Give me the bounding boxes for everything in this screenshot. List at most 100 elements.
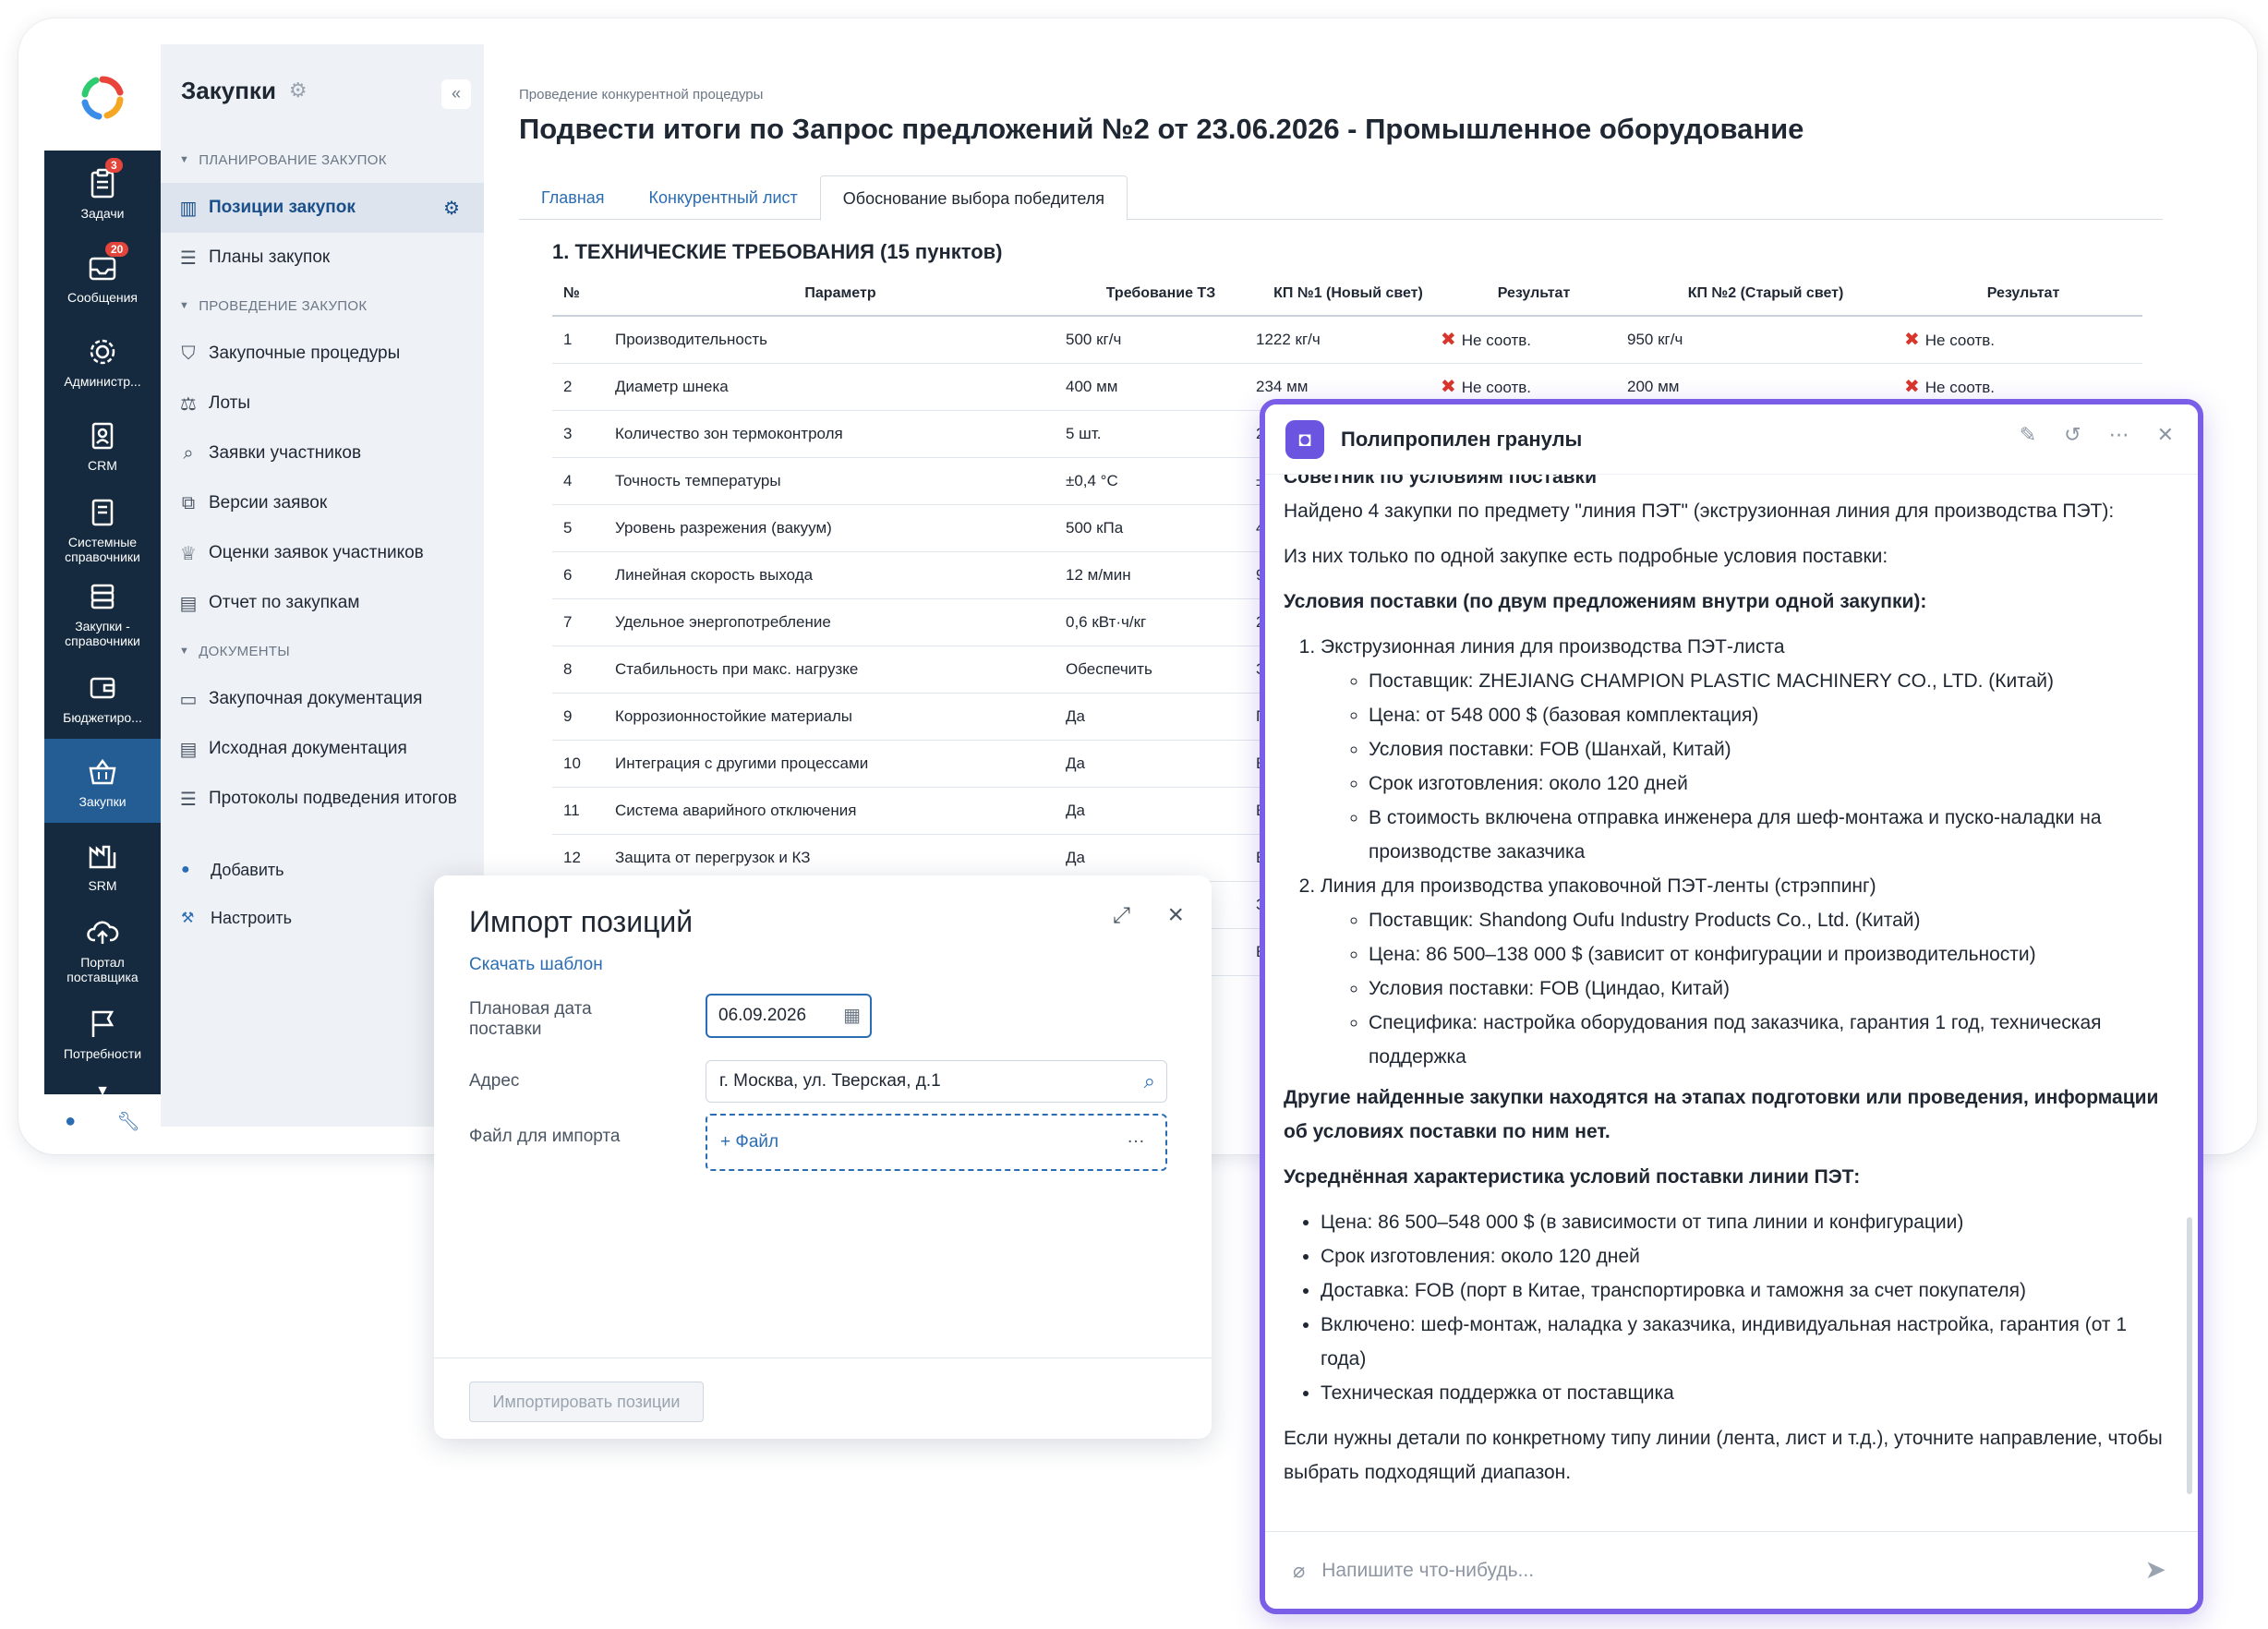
table-cell: Да [1066,834,1256,882]
edit-icon[interactable]: ✎ [2020,423,2036,447]
average-item: Включено: шеф-монтаж, наладка у заказчик… [1321,1308,2163,1376]
sidebar-section[interactable]: ▼ ДОКУМЕНТЫ [161,628,484,674]
tab-winner-justification[interactable]: Обоснование выбора победителя [819,175,1128,221]
sidebar-section-title: ДОКУМЕНТЫ [199,643,290,659]
cell-text: Уровень разрежения (вакуум) [615,518,832,537]
cell-text: Не соотв. [1461,379,1531,396]
rail-item-tasks[interactable]: 3 Задачи [44,151,161,235]
factory-icon [89,845,116,868]
more-icon[interactable]: ⋯ [2109,423,2129,447]
table-cell: 6 [552,551,613,599]
rail-item-procurement-refs[interactable]: Закупки - справочники [44,571,161,655]
collapse-sidebar-button[interactable]: « [441,79,471,109]
message-text: Из них только по одной закупке есть подр… [1284,546,1888,567]
offer-title: Линия для производства упаковочной ПЭТ-л… [1321,875,1876,897]
sidebar-item-lots[interactable]: ⚖ Лоты [161,379,484,428]
cell-text: Диаметр шнека [615,377,729,395]
history-icon[interactable]: ↺ [2064,423,2081,447]
download-template-link[interactable]: Скачать шаблон [469,955,603,975]
average-item: Техническая поддержка от поставщика [1321,1376,2163,1410]
book-icon [91,499,114,525]
sidebar-item-bid-evaluations[interactable]: ♕ Оценки заявок участников [161,528,484,578]
cell-text: 9 [563,706,573,725]
offer-title: Экструзионная линия для производства ПЭТ… [1321,636,1785,658]
sidebar-section[interactable]: ▼ ПЛАНИРОВАНИЕ ЗАКУПОК [161,137,484,183]
cell-text: Производительность [615,330,768,348]
rail-item-srm[interactable]: SRM [44,823,161,907]
sidebar-title: Закупки [181,76,276,104]
offer-item: Экструзионная линия для производства ПЭТ… [1321,630,2163,869]
chat-input[interactable]: Напишите что-нибудь... [1321,1560,1534,1582]
message-heading: Условия поставки (по двум предложениям в… [1284,591,1927,612]
cell-text: 0,6 кВт·ч/кг [1066,612,1147,631]
table-cell: ✖ Не соотв. [1904,316,2142,364]
sidebar-item-label: Оценки заявок участников [209,543,424,562]
rail-item-budgeting[interactable]: Бюджетиро... [44,655,161,739]
offer-detail: Поставщик: ZHEJIANG CHAMPION PLASTIC MAC… [1369,664,2163,698]
search-icon[interactable]: ⌕ [1144,1061,1155,1102]
list-icon: ☰ [180,247,197,269]
rail-item-supplier-portal[interactable]: Портал поставщика [44,907,161,991]
tab-competitive-list[interactable]: Конкурентный лист [627,175,820,219]
document-icon: ▤ [179,739,198,760]
wrench-icon[interactable]: 🔧︎ [116,1110,139,1133]
sidebar-item-procurement-docs[interactable]: ▭ Закупочная документация [161,674,484,724]
rail-item-messages[interactable]: 20 Сообщения [44,235,161,319]
table-cell: 5 шт. [1066,410,1256,458]
sidebar-item-bid-versions[interactable]: ⧉ Версии заявок [161,478,484,528]
more-icon[interactable]: … [1127,1110,1145,1164]
sidebar-item-label: Лоты [209,393,250,413]
expand-icon[interactable]: ⤢ [1113,903,1130,929]
chat-header: ◘ Полипропилен гранулы ✎ ↺ ⋯ ✕ [1265,404,2198,475]
file-dropzone[interactable]: + Файл … [706,1114,1167,1171]
paperclip-icon[interactable]: ⌀ [1293,1559,1305,1583]
chat-scrollbar[interactable] [2187,1217,2192,1494]
close-icon[interactable]: ✕ [2157,423,2174,447]
average-item: Срок изготовления: около 120 дней [1321,1239,2163,1273]
column-header: Параметр [613,272,1066,317]
rail-label: Системные справочники [65,534,140,564]
sidebar-item-bids[interactable]: ⌕ Заявки участников [161,428,484,478]
sidebar-item-procedures[interactable]: ⛉ Закупочные процедуры [161,329,484,379]
rail-label: SRM [88,877,117,893]
sidebar-item-source-docs[interactable]: ▤ Исходная документация [161,724,484,774]
breadcrumb[interactable]: Проведение конкурентной процедуры [519,87,763,103]
send-icon[interactable]: ➤ [2145,1554,2166,1585]
gear-icon[interactable]: ⚙ [443,197,460,220]
cell-text: 6 [563,565,573,584]
cell-text: 400 мм [1066,377,1118,395]
sidebar-item-positions[interactable]: ▥ Позиции закупок ⚙ [161,183,484,233]
rail-item-system-refs[interactable]: Системные справочники [44,487,161,571]
chat-title: Полипропилен гранулы [1341,427,1583,451]
calendar-icon[interactable]: ▦ [843,996,861,1036]
trophy-icon: ♕ [180,543,197,564]
cell-text: 8 [563,659,573,678]
table-header-row: № Параметр Требование ТЗ КП №1 (Новый св… [552,272,2142,317]
gear-icon[interactable]: ⚙ [289,78,308,103]
message-heading: Другие найденные закупки находятся на эт… [1284,1087,2159,1142]
sidebar-item-protocols[interactable]: ☰ Протоколы подведения итогов [161,774,484,824]
app-logo[interactable] [44,44,161,151]
sidebar-section-title: ПРОВЕДЕНИЕ ЗАКУПОК [199,297,368,314]
address-field[interactable]: г. Москва, ул. Тверская, д.1 ⌕ [706,1060,1167,1103]
sidebar-item-label: Планы закупок [209,247,331,267]
tab-main[interactable]: Главная [519,175,627,219]
rail-item-admin[interactable]: Администр... [44,319,161,403]
sidebar-section[interactable]: ▼ ПРОВЕДЕНИЕ ЗАКУПОК [161,283,484,329]
close-icon[interactable]: × [1167,899,1184,931]
sidebar-item-plans[interactable]: ☰ Планы закупок [161,233,484,283]
rail-item-procurement[interactable]: Закупки [44,739,161,823]
chat-messages: Советник по условиям поставки Найдено 4 … [1265,475,2181,1492]
add-circle-icon[interactable]: ● [65,1111,76,1132]
rail-item-crm[interactable]: CRM [44,403,161,487]
flag-icon [91,1010,115,1037]
table-row[interactable]: 1 Производительность 500 кг/ч 1222 кг/ч ✖ Не … [552,316,2142,364]
column-header: № [552,272,613,317]
cell-text: Да [1066,754,1085,772]
sidebar-item-label: Позиции закупок [209,198,356,217]
delivery-date-field[interactable]: 06.09.2026 ▦ [706,994,872,1038]
cell-text: Стабильность при макс. нагрузке [615,659,859,678]
rail-item-needs[interactable]: Потребности [44,991,161,1075]
import-positions-button[interactable]: Импортировать позиции [469,1382,704,1422]
sidebar-item-report[interactable]: ▤ Отчет по закупкам [161,578,484,628]
